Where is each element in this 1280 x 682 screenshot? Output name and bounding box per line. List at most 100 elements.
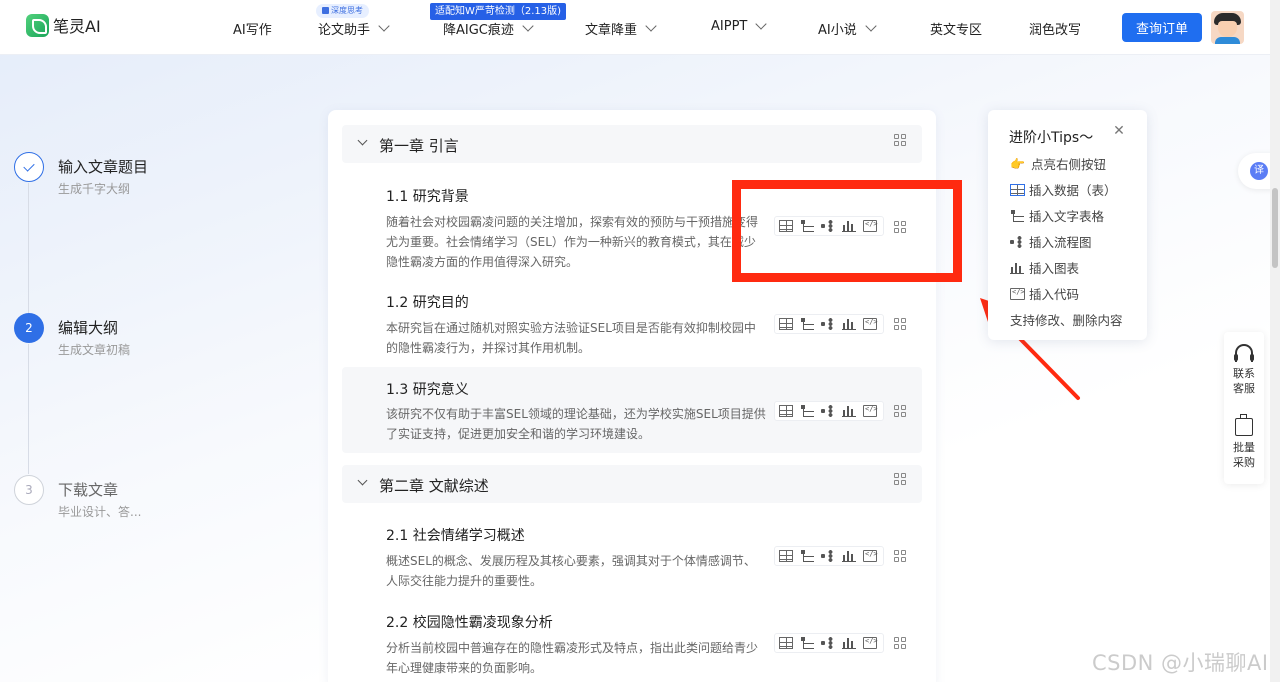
section-desc[interactable]: 本研究旨在通过随机对照实验方法验证SEL项目是否能有效抑制校园中的隐性霸凌行为，… <box>386 318 766 358</box>
bar-chart-icon[interactable] <box>842 405 856 417</box>
nav-label: 降AIGC痕迹 <box>443 23 514 38</box>
tip-item: 插入代码 <box>1010 284 1079 303</box>
nav-ai-novel[interactable]: AI小说 <box>818 19 877 38</box>
bulk-purchase-button[interactable]: 批量采购 <box>1224 414 1264 470</box>
table-icon[interactable] <box>779 637 793 649</box>
chapter-title[interactable]: 第二章 文献综述 <box>379 475 489 496</box>
logo[interactable]: 笔灵AI <box>26 13 101 37</box>
top-header: 笔灵AI AI写作 深度思考 论文助手 适配知W严苛检测（2.13版) 降AIG… <box>0 0 1270 55</box>
text-table-icon[interactable] <box>800 318 814 330</box>
more-grid-icon[interactable] <box>894 318 906 330</box>
flowchart-icon[interactable] <box>821 318 835 330</box>
nav-aippt[interactable]: AIPPT <box>711 18 768 34</box>
watermark: CSDN @小瑞聊AI <box>1092 651 1269 675</box>
step-subtitle: 生成千字大纲 <box>58 182 131 196</box>
table-icon[interactable] <box>779 220 793 232</box>
aigc-detect-badge: 适配知W严苛检测（2.13版) <box>430 3 567 20</box>
bar-chart-icon[interactable] <box>842 220 856 232</box>
contact-label: 联系客服 <box>1233 367 1255 395</box>
side-service-panel: 联系客服 批量采购 <box>1224 332 1264 484</box>
close-icon[interactable]: ✕ <box>1112 124 1126 138</box>
chapter-header[interactable]: 第一章 引言 <box>342 125 922 163</box>
section-desc[interactable]: 该研究不仅有助于丰富SEL领域的理论基础，还为学校实施SEL项目提供了实证支持，… <box>386 404 766 444</box>
pointing-hand-icon: 👉 <box>1010 156 1025 171</box>
tip-item: 插入数据（表） <box>1010 180 1117 199</box>
nav-ai-writing[interactable]: AI写作 <box>233 19 272 38</box>
text-table-icon[interactable] <box>800 637 814 649</box>
collapse-caret-icon[interactable] <box>357 475 368 486</box>
outline-section[interactable]: 1.1 研究背景 随着社会对校园霸凌问题的关注增加，探索有效的预防与干预措施变得… <box>342 170 922 274</box>
flowchart-icon[interactable] <box>821 405 835 417</box>
tips-title: 进阶小Tips～ <box>1009 130 1094 146</box>
flowchart-icon[interactable] <box>821 220 835 232</box>
table-icon[interactable] <box>779 550 793 562</box>
more-grid-icon[interactable] <box>894 550 906 562</box>
chapter-header[interactable]: 第二章 文献综述 <box>342 465 922 503</box>
more-grid-icon[interactable] <box>894 405 906 417</box>
section-title[interactable]: 2.1 社会情绪学习概述 <box>386 525 525 545</box>
flowchart-icon[interactable] <box>821 550 835 562</box>
section-desc[interactable]: 分析当前校园中普遍存在的隐性霸凌形式及特点，指出此类问题给青少年心理健康带来的负… <box>386 638 766 678</box>
more-grid-icon[interactable] <box>894 637 906 649</box>
outline-editor: 第一章 引言 1.1 研究背景 随着社会对校园霸凌问题的关注增加，探索有效的预防… <box>328 110 936 682</box>
section-desc[interactable]: 概述SEL的概念、发展历程及其核心要素，强调其对于个体情感调节、人际交往能力提升… <box>386 551 766 591</box>
avatar[interactable] <box>1211 11 1244 44</box>
nav-paper-assistant[interactable]: 论文助手 <box>318 19 390 38</box>
nav-label: 论文助手 <box>318 23 371 38</box>
nav-dedupe[interactable]: 文章降重 <box>585 19 657 38</box>
chevron-down-icon <box>522 20 534 32</box>
badge-icon <box>322 7 329 14</box>
tips-panel: 进阶小Tips～ ✕ 👉 点亮右侧按钮 插入数据（表） 插入文字表格 插入流程图… <box>988 110 1147 340</box>
code-icon[interactable] <box>863 550 878 562</box>
logo-mark-icon <box>26 13 49 37</box>
collapse-caret-icon[interactable] <box>357 135 368 146</box>
code-icon[interactable] <box>863 637 878 649</box>
scrollbar-thumb[interactable] <box>1272 188 1278 268</box>
table-icon[interactable] <box>779 318 793 330</box>
table-icon[interactable] <box>779 405 793 417</box>
tip-intro: 👉 点亮右侧按钮 <box>1010 154 1106 173</box>
chapter-title[interactable]: 第一章 引言 <box>379 135 459 156</box>
insert-toolbar <box>774 401 884 421</box>
text-table-icon[interactable] <box>800 405 814 417</box>
bar-chart-icon[interactable] <box>842 637 856 649</box>
flowchart-icon <box>1010 235 1025 248</box>
query-order-button[interactable]: 查询订单 <box>1122 13 1202 42</box>
outline-section[interactable]: 2.1 社会情绪学习概述 概述SEL的概念、发展历程及其核心要素，强调其对于个体… <box>342 510 922 600</box>
deep-think-badge: 深度思考 <box>316 4 369 18</box>
code-icon[interactable] <box>863 318 878 330</box>
outline-section[interactable]: 1.3 研究意义 该研究不仅有助于丰富SEL领域的理论基础，还为学校实施SEL项… <box>342 367 922 453</box>
insert-toolbar <box>774 216 884 236</box>
code-icon[interactable] <box>863 220 878 232</box>
tip-footer: 支持修改、删除内容 <box>1010 313 1123 328</box>
section-desc[interactable]: 随着社会对校园霸凌问题的关注增加，探索有效的预防与干预措施变得尤为重要。社会情绪… <box>386 212 766 272</box>
section-title[interactable]: 2.2 校园隐性霸凌现象分析 <box>386 612 553 632</box>
more-grid-icon[interactable] <box>894 221 906 233</box>
tip-item: 插入流程图 <box>1010 232 1092 251</box>
nav-label: AI写作 <box>233 23 272 38</box>
section-title[interactable]: 1.2 研究目的 <box>386 292 469 312</box>
contact-service-button[interactable]: 联系客服 <box>1224 344 1264 396</box>
bar-chart-icon[interactable] <box>842 550 856 562</box>
nav-english[interactable]: 英文专区 <box>930 19 982 38</box>
code-icon <box>1010 287 1025 300</box>
more-grid-icon[interactable] <box>894 134 906 146</box>
nav-label: AIPPT <box>711 19 748 34</box>
chevron-down-icon <box>645 20 657 32</box>
code-icon[interactable] <box>863 405 878 417</box>
more-grid-icon[interactable] <box>894 473 906 485</box>
text-table-icon[interactable] <box>800 550 814 562</box>
nav-reduce-aigc[interactable]: 降AIGC痕迹 <box>443 19 534 38</box>
outline-section[interactable]: 2.2 校园隐性霸凌现象分析 分析当前校园中普遍存在的隐性霸凌形式及特点，指出此… <box>342 600 922 682</box>
tip-item: 插入图表 <box>1010 258 1079 277</box>
scrollbar[interactable] <box>1270 0 1280 682</box>
section-title[interactable]: 1.3 研究意义 <box>386 379 469 399</box>
briefcase-icon <box>1235 414 1253 436</box>
flowchart-icon[interactable] <box>821 637 835 649</box>
outline-section[interactable]: 1.2 研究目的 本研究旨在通过随机对照实验方法验证SEL项目是否能有效抑制校园… <box>342 278 922 360</box>
section-title[interactable]: 1.1 研究背景 <box>386 186 469 206</box>
text-table-icon[interactable] <box>800 220 814 232</box>
step-title: 编辑大纲 <box>58 319 119 337</box>
nav-polish[interactable]: 润色改写 <box>1029 19 1081 38</box>
bar-chart-icon[interactable] <box>842 318 856 330</box>
